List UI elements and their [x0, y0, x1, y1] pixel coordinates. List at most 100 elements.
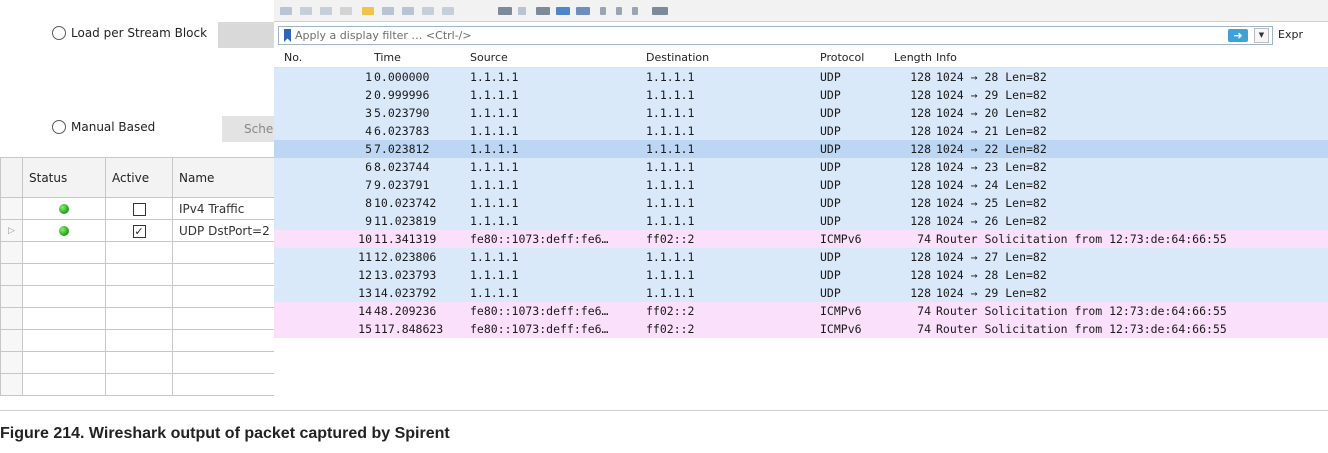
- close-file-icon[interactable]: [320, 7, 332, 15]
- first-packet-icon[interactable]: [442, 7, 454, 15]
- packet-no-cell: 15: [358, 322, 372, 336]
- packet-time-cell: 12.023806: [374, 250, 437, 264]
- packet-no-cell: 10: [358, 232, 372, 246]
- schedule-button[interactable]: Sche: [222, 116, 282, 142]
- packet-time-cell: 48.209236: [374, 304, 437, 318]
- row-selector: [0, 329, 23, 352]
- column-header-length[interactable]: Length: [894, 51, 932, 64]
- capture-options-icon[interactable]: [652, 7, 668, 15]
- packet-source-cell: 1.1.1.1: [470, 178, 519, 192]
- row-selector: [0, 263, 23, 286]
- spirent-panel: Load per Stream Block Manual Based Sche …: [0, 0, 290, 410]
- status-led-icon: [59, 226, 69, 236]
- active-column-header[interactable]: Active: [105, 157, 173, 198]
- column-header-protocol[interactable]: Protocol: [820, 51, 864, 64]
- column-header-destination[interactable]: Destination: [646, 51, 709, 64]
- packet-source-cell: fe80::1073:deff:fe6…: [470, 322, 609, 336]
- empty-cell: [172, 329, 276, 352]
- empty-cell: [22, 373, 106, 396]
- row-selector: [0, 241, 23, 264]
- resize-columns-icon[interactable]: [600, 7, 606, 15]
- zoom-in-icon[interactable]: [536, 7, 550, 15]
- empty-cell: [172, 307, 276, 330]
- packet-no-cell: 8: [365, 196, 372, 210]
- bookmark-icon[interactable]: [284, 29, 291, 42]
- zoom-out-icon[interactable]: [556, 7, 570, 15]
- packet-row[interactable]: 3 5.023790 1.1.1.1 1.1.1.1 UDP 128 1024 → 20 L…: [274, 104, 1328, 122]
- status-column-header[interactable]: Status: [22, 157, 106, 198]
- apply-filter-arrow-icon[interactable]: ➜: [1228, 29, 1248, 42]
- packet-no-cell: 9: [365, 214, 372, 228]
- empty-cell: [172, 285, 276, 308]
- empty-cell: [22, 263, 106, 286]
- reload-icon[interactable]: [340, 7, 352, 15]
- name-cell: UDP DstPort=2: [172, 219, 276, 242]
- active-checkbox[interactable]: ✓: [132, 224, 146, 238]
- load-per-stream-block-radio[interactable]: Load per Stream Block: [52, 26, 207, 40]
- packet-length-cell: 128: [910, 196, 931, 210]
- packet-row[interactable]: 9 11.023819 1.1.1.1 1.1.1.1 UDP 128 1024 → 26 …: [274, 212, 1328, 230]
- empty-table-row: [0, 285, 276, 308]
- column-header-source[interactable]: Source: [470, 51, 508, 64]
- packet-row[interactable]: 1 0.000000 1.1.1.1 1.1.1.1 UDP 128 1024 → 28 L…: [274, 68, 1328, 86]
- packet-row[interactable]: 7 9.023791 1.1.1.1 1.1.1.1 UDP 128 1024 → 24 L…: [274, 176, 1328, 194]
- open-file-icon[interactable]: [280, 7, 292, 15]
- column-header-time[interactable]: Time: [374, 51, 401, 64]
- packet-no-cell: 7: [365, 178, 372, 192]
- table-row[interactable]: IPv4 Traffic: [0, 197, 276, 220]
- packet-protocol-cell: UDP: [820, 250, 841, 264]
- packet-row[interactable]: 13 14.023792 1.1.1.1 1.1.1.1 UDP 128 1024 → 29…: [274, 284, 1328, 302]
- column-header-info[interactable]: Info: [936, 51, 957, 64]
- go-forward-icon[interactable]: [402, 7, 414, 15]
- row-selector[interactable]: [0, 197, 23, 220]
- packet-info-cell: 1024 → 29 Len=82: [936, 286, 1047, 300]
- packet-destination-cell: 1.1.1.1: [646, 250, 695, 264]
- packet-row[interactable]: 8 10.023742 1.1.1.1 1.1.1.1 UDP 128 1024 → 25 …: [274, 194, 1328, 212]
- colorize-icon[interactable]: [498, 7, 512, 15]
- packet-info-cell: Router Solicitation from 12:73:de:64:66:…: [936, 232, 1227, 246]
- main-toolbar: [274, 0, 1328, 22]
- name-column-header[interactable]: Name: [172, 157, 276, 198]
- status-led-icon: [59, 204, 69, 214]
- packet-time-cell: 11.023819: [374, 214, 437, 228]
- packet-row[interactable]: 11 12.023806 1.1.1.1 1.1.1.1 UDP 128 1024 → 27…: [274, 248, 1328, 266]
- go-back-icon[interactable]: [382, 7, 394, 15]
- display-filter-bar: Apply a display filter … <Ctrl-/> ➜ ▼ Ex…: [274, 24, 1328, 46]
- load-value-field[interactable]: [218, 22, 278, 48]
- row-selector: [0, 285, 23, 308]
- packet-row[interactable]: 15 117.848623 fe80::1073:deff:fe6… ff02::2 I…: [274, 320, 1328, 338]
- display-filter-input[interactable]: Apply a display filter … <Ctrl-/> ➜ ▼: [278, 26, 1273, 45]
- packet-row[interactable]: 5 7.023812 1.1.1.1 1.1.1.1 UDP 128 1024 → 22 L…: [274, 140, 1328, 158]
- packet-length-cell: 128: [910, 88, 931, 102]
- packet-row[interactable]: 4 6.023783 1.1.1.1 1.1.1.1 UDP 128 1024 → 21 L…: [274, 122, 1328, 140]
- empty-table-row: [0, 329, 276, 352]
- row-selector: [0, 373, 23, 396]
- normal-size-icon[interactable]: [576, 7, 590, 15]
- packet-destination-cell: 1.1.1.1: [646, 178, 695, 192]
- packet-row[interactable]: 6 8.023744 1.1.1.1 1.1.1.1 UDP 128 1024 → 23 L…: [274, 158, 1328, 176]
- row-selector[interactable]: ▷: [0, 219, 23, 242]
- go-to-packet-icon[interactable]: [422, 7, 434, 15]
- chevron-down-icon[interactable]: ▼: [1254, 28, 1269, 43]
- autoscroll-icon[interactable]: [518, 7, 526, 15]
- column-header-no[interactable]: No.: [284, 51, 302, 64]
- packet-row[interactable]: 10 11.341319 fe80::1073:deff:fe6… ff02::2 IC…: [274, 230, 1328, 248]
- manual-based-radio[interactable]: Manual Based: [52, 120, 155, 134]
- expression-button[interactable]: Expr: [1278, 28, 1303, 41]
- radio-circle-icon: [52, 26, 66, 40]
- packet-row[interactable]: 2 0.999996 1.1.1.1 1.1.1.1 UDP 128 1024 → 29 L…: [274, 86, 1328, 104]
- packet-length-cell: 128: [910, 142, 931, 156]
- packet-protocol-cell: UDP: [820, 196, 841, 210]
- active-checkbox[interactable]: [132, 202, 146, 216]
- packet-time-cell: 13.023793: [374, 268, 437, 282]
- table-header-row: Status Active Name: [0, 157, 276, 198]
- find-packet-icon[interactable]: [362, 7, 374, 15]
- packet-source-cell: 1.1.1.1: [470, 88, 519, 102]
- save-file-icon[interactable]: [300, 7, 312, 15]
- packet-row[interactable]: 14 48.209236 fe80::1073:deff:fe6… ff02::2 IC…: [274, 302, 1328, 320]
- empty-cell: [105, 285, 173, 308]
- packet-row[interactable]: 12 13.023793 1.1.1.1 1.1.1.1 UDP 128 1024 → 28…: [274, 266, 1328, 284]
- packet-destination-cell: 1.1.1.1: [646, 106, 695, 120]
- packet-protocol-cell: UDP: [820, 178, 841, 192]
- table-row[interactable]: ▷ ✓ UDP DstPort=2: [0, 219, 276, 242]
